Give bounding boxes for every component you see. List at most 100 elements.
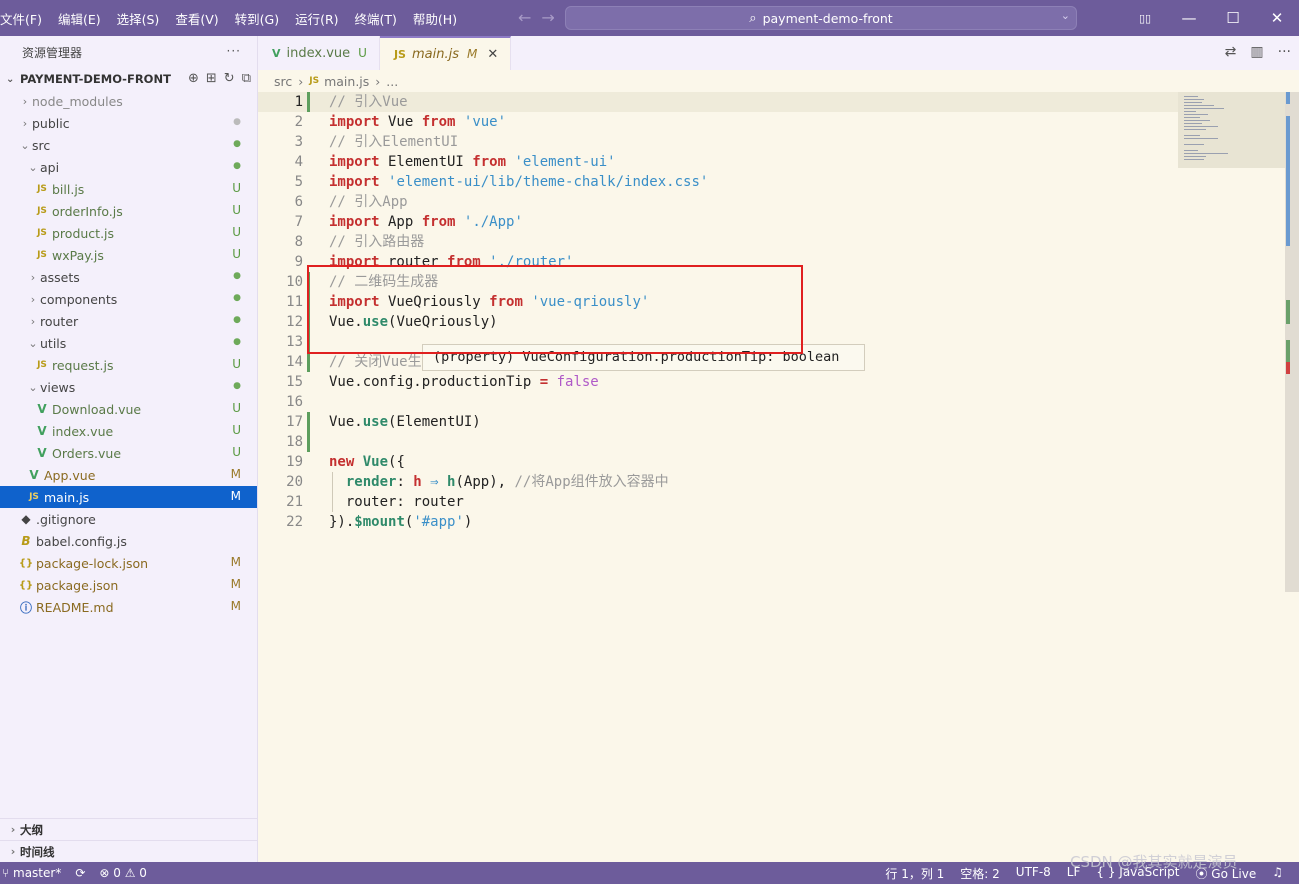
explorer-sidebar: 资源管理器 ··· ⌄ PAYMENT-DEMO-FRONT ⊕ ⊞ ↻ ⧉ ›…: [0, 36, 258, 862]
code-text: // 关闭Vue生: [329, 352, 422, 372]
code-text: Vue.config.productionTip = false: [329, 372, 599, 392]
chevron-right-icon: ›: [22, 94, 28, 108]
tree-item[interactable]: V Download.vue U: [0, 398, 257, 420]
code-editor[interactable]: 1 // 引入Vue 2 import Vue from 'vue' 3 // 引入Ele…: [258, 92, 1299, 862]
timeline-section[interactable]: › 时间线: [0, 840, 258, 862]
outline-section[interactable]: › 大纲: [0, 818, 258, 840]
command-center-search[interactable]: ⌕ payment-demo-front ⌄: [565, 6, 1077, 30]
tree-item[interactable]: ⌄ src ●: [0, 134, 257, 156]
git-status-badge: M: [230, 577, 241, 591]
code-text: import Vue from 'vue': [329, 112, 506, 132]
maximize-button[interactable]: ☐: [1211, 9, 1255, 27]
chevron-down-icon: ⌄: [28, 380, 38, 394]
back-arrow-icon[interactable]: ←: [518, 8, 531, 27]
menu-item[interactable]: 文件(F): [0, 9, 50, 28]
tree-item[interactable]: ⌄ views ●: [0, 376, 257, 398]
line-number: 18: [286, 434, 303, 450]
line-number: 12: [286, 314, 303, 330]
tree-item[interactable]: ⌄ api ●: [0, 156, 257, 178]
tree-item[interactable]: {} package-lock.json M: [0, 552, 257, 574]
tree-item[interactable]: V Orders.vue U: [0, 442, 257, 464]
code-token: 'vue': [463, 114, 507, 130]
menu-item[interactable]: 查看(V): [175, 9, 226, 28]
tree-item[interactable]: JS product.js U: [0, 222, 257, 244]
tab-main-js[interactable]: JS main.js M ✕: [379, 36, 512, 70]
git-file-icon: ◆: [21, 512, 31, 526]
code-text: }).$mount('#app'): [329, 512, 472, 532]
menu-item[interactable]: 帮助(H): [413, 9, 465, 28]
minimap[interactable]: [1178, 92, 1285, 168]
editor-tabs: Vindex.vue U JS main.js M ✕: [258, 36, 1299, 70]
tree-item[interactable]: › components ●: [0, 288, 257, 310]
new-folder-icon[interactable]: ⊞: [206, 71, 217, 86]
tree-item[interactable]: JS main.js M: [0, 486, 257, 508]
breadcrumb-folder[interactable]: src: [274, 74, 292, 89]
new-file-icon[interactable]: ⊕: [188, 71, 199, 86]
refresh-icon[interactable]: ↻: [224, 71, 235, 86]
tree-item-label: wxPay.js: [52, 247, 104, 263]
notification-bell-icon[interactable]: ♫: [1272, 865, 1283, 882]
git-status-badge: M: [230, 489, 241, 503]
code-line: 4 import ElementUI from 'element-ui': [258, 152, 1178, 172]
git-status-badge: U: [232, 181, 241, 195]
tree-item[interactable]: JS orderInfo.js U: [0, 200, 257, 222]
git-status-badge: U: [232, 225, 241, 239]
tree-item[interactable]: › node_modules: [0, 90, 257, 112]
code-token: ⇒: [430, 474, 439, 490]
encoding[interactable]: UTF-8: [1016, 865, 1051, 882]
more-actions-icon[interactable]: ···: [1278, 44, 1291, 60]
menu-item[interactable]: 运行(R): [295, 9, 346, 28]
chevron-down-icon[interactable]: ⌄: [1061, 9, 1070, 22]
tree-item[interactable]: V App.vue M: [0, 464, 257, 486]
tree-item[interactable]: JS request.js U: [0, 354, 257, 376]
code-token: =: [539, 374, 549, 390]
breadcrumb-rest[interactable]: ...: [386, 74, 398, 89]
menu-item[interactable]: 编辑(E): [58, 9, 109, 28]
tree-item[interactable]: ◆ .gitignore: [0, 508, 257, 530]
tree-item[interactable]: JS bill.js U: [0, 178, 257, 200]
tree-item[interactable]: › router ●: [0, 310, 257, 332]
collapse-all-icon[interactable]: ⧉: [242, 71, 251, 86]
more-actions-icon[interactable]: ···: [227, 44, 241, 58]
tree-item[interactable]: JS wxPay.js U: [0, 244, 257, 266]
minimize-button[interactable]: —: [1167, 9, 1211, 27]
chevron-right-icon: ›: [10, 845, 16, 858]
tree-item[interactable]: ⌄ utils ●: [0, 332, 257, 354]
problems-indicator[interactable]: ⊗ 0 ⚠ 0: [99, 866, 147, 880]
source-control-icon[interactable]: ⇄: [1225, 44, 1237, 60]
line-number: 16: [286, 394, 303, 410]
tree-item-label: babel.config.js: [36, 533, 127, 549]
cursor-position[interactable]: 行 1，列 1: [885, 865, 944, 882]
tree-item[interactable]: › assets ●: [0, 266, 257, 288]
git-status-badge: M: [230, 555, 241, 569]
code-token: ({: [388, 454, 405, 470]
branch-indicator[interactable]: ⑂ master*: [2, 866, 61, 880]
code-token: Vue.config.productionTip: [329, 374, 540, 390]
layout-icon[interactable]: ▯▯: [1123, 12, 1167, 25]
close-icon[interactable]: ✕: [487, 47, 498, 62]
tree-item[interactable]: › public ●: [0, 112, 257, 134]
tree-item[interactable]: ⓘ README.md M: [0, 596, 257, 618]
menu-item[interactable]: 终端(T): [355, 9, 405, 28]
vue-file-icon: V: [37, 446, 47, 460]
git-status-badge: U: [232, 401, 241, 415]
code-line: 16: [258, 392, 1178, 412]
line-number: 8: [294, 234, 303, 250]
breadcrumb-file[interactable]: main.js: [324, 74, 369, 89]
split-editor-icon[interactable]: ▥: [1250, 44, 1263, 60]
code-token: ElementUI: [379, 154, 473, 170]
vscode-window: 文件(F) 编辑(E) 选择(S) 查看(V) 转到(G) 运行(R) 终端(T) 帮助(H)…: [0, 0, 1299, 884]
close-button[interactable]: ✕: [1255, 9, 1299, 27]
tree-item[interactable]: Bbabel.config.js: [0, 530, 257, 552]
menu-item[interactable]: 转到(G): [235, 9, 287, 28]
tree-item[interactable]: {} package.json M: [0, 574, 257, 596]
menu-item[interactable]: 选择(S): [117, 9, 168, 28]
tree-item-label: router: [40, 313, 79, 329]
tree-item[interactable]: Vindex.vue U: [0, 420, 257, 442]
chevron-down-icon: ⌄: [28, 336, 38, 350]
code-token: :: [396, 474, 414, 490]
indentation[interactable]: 空格: 2: [960, 865, 1000, 882]
forward-arrow-icon[interactable]: →: [541, 8, 554, 27]
sync-icon[interactable]: ⟳: [75, 866, 85, 880]
tab-index-vue[interactable]: Vindex.vue U: [258, 36, 380, 70]
